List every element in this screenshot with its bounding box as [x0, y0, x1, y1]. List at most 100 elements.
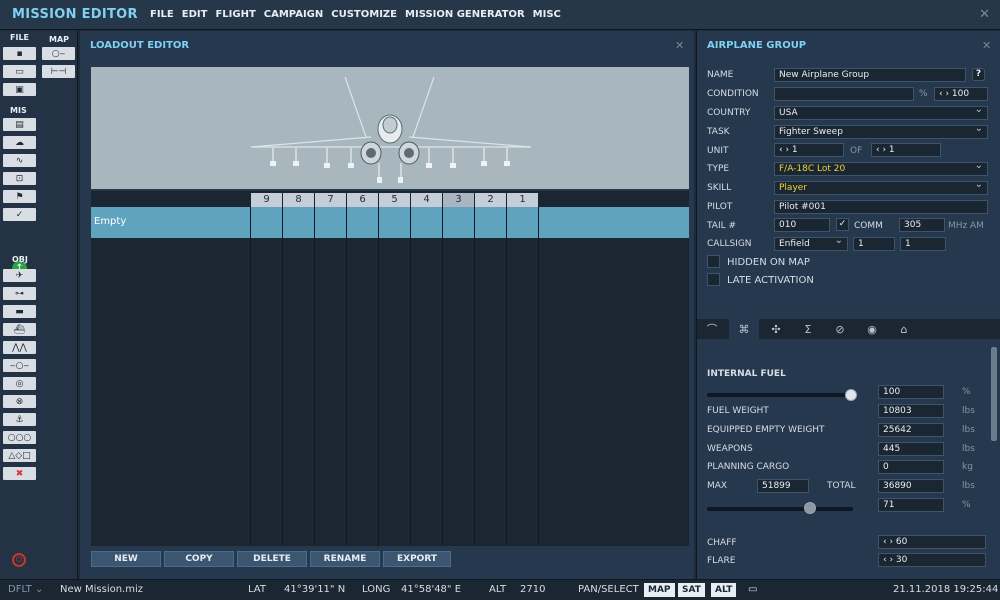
callsign-unit-number-input[interactable]: 1: [900, 237, 946, 251]
modulation-label[interactable]: AM: [970, 221, 984, 231]
satellite-view-button[interactable]: SAT: [678, 583, 705, 597]
mission-file-name: New Mission.miz: [60, 584, 143, 595]
ruler-icon[interactable]: ○‒: [42, 47, 75, 60]
delete-loadout-button[interactable]: DELETE: [237, 551, 307, 567]
radio-tab-icon[interactable]: ◉: [857, 319, 887, 339]
route-tab-icon[interactable]: ⌒: [697, 319, 727, 339]
tail-number-input[interactable]: 010: [774, 218, 830, 232]
close-icon[interactable]: ✕: [982, 39, 991, 52]
cargo-unit: kg: [962, 462, 973, 472]
ship-icon[interactable]: ⛴: [3, 323, 36, 336]
frequency-unit-label: MHz: [948, 221, 968, 231]
chaff-stepper[interactable]: ‹ › 60: [878, 535, 986, 549]
new-loadout-button[interactable]: NEW: [91, 551, 161, 567]
template-icon[interactable]: ○○○: [3, 431, 36, 444]
type-select[interactable]: F/A-18C Lot 20: [774, 162, 988, 176]
flare-stepper[interactable]: ‹ › 30: [878, 553, 986, 567]
latitude-label: LAT: [248, 584, 266, 595]
weather-icon[interactable]: ☁: [3, 136, 36, 149]
export-loadout-button[interactable]: EXPORT: [383, 551, 451, 567]
briefing-icon[interactable]: ▤: [3, 118, 36, 131]
profile-select[interactable]: DFLT ⌄: [8, 584, 43, 595]
payload-tab-icon[interactable]: ⌘: [729, 319, 759, 339]
menu-customize[interactable]: CUSTOMIZE: [331, 9, 397, 20]
menu-edit[interactable]: EDIT: [182, 9, 208, 20]
close-icon[interactable]: ✕: [979, 7, 990, 22]
failures-tab-icon[interactable]: ⊘: [825, 319, 855, 339]
menu-flight[interactable]: FLIGHT: [215, 9, 255, 20]
menu-mission-generator[interactable]: MISSION GENERATOR: [405, 9, 525, 20]
comm-label: COMM: [854, 221, 883, 231]
loadout-row-label: Empty: [94, 216, 127, 227]
trigger-zone-icon[interactable]: ⊡: [3, 172, 36, 185]
group-name-input[interactable]: New Airplane Group: [774, 68, 966, 82]
load-percent-value: 71: [878, 498, 944, 512]
fuel-percent-input[interactable]: 100: [878, 385, 944, 399]
route-icon[interactable]: ∿: [3, 154, 36, 167]
summary-tab-icon[interactable]: Σ: [793, 319, 823, 339]
fuel-slider-knob[interactable]: [845, 389, 857, 401]
station-header-5: 5: [379, 193, 410, 207]
crosshair-icon[interactable]: ⊗: [3, 395, 36, 408]
file-section-label: FILE: [10, 33, 30, 42]
target-icon[interactable]: ◎: [3, 377, 36, 390]
comm-checkbox[interactable]: ✓: [836, 218, 849, 231]
condition-probability-value: 100: [951, 89, 970, 99]
hangar-tab-icon[interactable]: ⌂: [889, 319, 919, 339]
helicopter-icon[interactable]: ⊶: [3, 287, 36, 300]
unit-stepper[interactable]: ‹ › 1: [774, 143, 844, 157]
pilot-input[interactable]: Pilot #001: [774, 200, 988, 214]
rename-loadout-button[interactable]: RENAME: [310, 551, 380, 567]
grid-divider: [538, 207, 539, 546]
callsign-flight-number-input[interactable]: 1: [853, 237, 895, 251]
condition-input[interactable]: [774, 87, 914, 101]
loadout-row-selected[interactable]: [91, 207, 689, 238]
panel-scrollbar[interactable]: [991, 347, 997, 441]
airplane-icon[interactable]: ✈: [3, 269, 36, 282]
fuel-slider-track[interactable]: [707, 393, 853, 397]
check-icon[interactable]: ✓: [3, 208, 36, 221]
menu-misc[interactable]: MISC: [533, 9, 561, 20]
fuel-weight-unit: lbs: [962, 406, 975, 416]
ground-unit-icon[interactable]: ▬: [3, 305, 36, 318]
grid-divider: [282, 207, 283, 546]
task-tab-icon[interactable]: ✣: [761, 319, 791, 339]
load-slider-track: [707, 507, 853, 511]
max-weight-label: MAX: [707, 481, 728, 491]
shapes-icon[interactable]: △◇□: [3, 449, 36, 462]
copy-loadout-button[interactable]: COPY: [164, 551, 234, 567]
planning-cargo-input[interactable]: 0: [878, 460, 944, 474]
hidden-on-map-checkbox[interactable]: [707, 255, 720, 268]
static-object-icon[interactable]: ⋀⋀: [3, 341, 36, 354]
waypoint-icon[interactable]: ‒○‒: [3, 359, 36, 372]
callsign-label: CALLSIGN: [707, 239, 752, 249]
comm-frequency-input[interactable]: 305: [899, 218, 945, 232]
station-header-4: 4: [411, 193, 442, 207]
map-view-button[interactable]: MAP: [644, 583, 675, 597]
country-select[interactable]: USA: [774, 106, 988, 120]
open-folder-icon[interactable]: ▭: [3, 65, 36, 78]
measure-icon[interactable]: ⊢⊣: [42, 65, 75, 78]
total-weight-unit: lbs: [962, 481, 975, 491]
exit-icon[interactable]: ⏻: [12, 553, 26, 567]
menu-campaign[interactable]: CAMPAIGN: [264, 9, 323, 20]
top-menu-bar: MISSION EDITOR FILE EDIT FLIGHT CAMPAIGN…: [0, 0, 1000, 30]
task-label: TASK: [707, 127, 730, 137]
close-icon[interactable]: ✕: [675, 39, 684, 52]
unit-count-stepper[interactable]: ‹ › 1: [871, 143, 941, 157]
task-select[interactable]: Fighter Sweep: [774, 125, 988, 139]
menu-file[interactable]: FILE: [150, 9, 174, 20]
late-activation-checkbox[interactable]: [707, 273, 720, 286]
naval-icon[interactable]: ⚓: [3, 413, 36, 426]
skill-select[interactable]: Player: [774, 181, 988, 195]
condition-probability-stepper[interactable]: ‹ › 100: [934, 87, 988, 101]
delete-icon[interactable]: ✖: [3, 467, 36, 480]
callsign-select[interactable]: Enfield: [774, 237, 848, 251]
type-label: TYPE: [707, 164, 730, 174]
help-icon[interactable]: ?: [972, 68, 985, 81]
altitude-view-button[interactable]: ALT: [711, 583, 737, 597]
new-file-icon[interactable]: ▪: [3, 47, 36, 60]
fuel-weight-value: 10803: [878, 404, 944, 418]
save-icon[interactable]: ▣: [3, 83, 36, 96]
flag-icon[interactable]: ⚑: [3, 190, 36, 203]
